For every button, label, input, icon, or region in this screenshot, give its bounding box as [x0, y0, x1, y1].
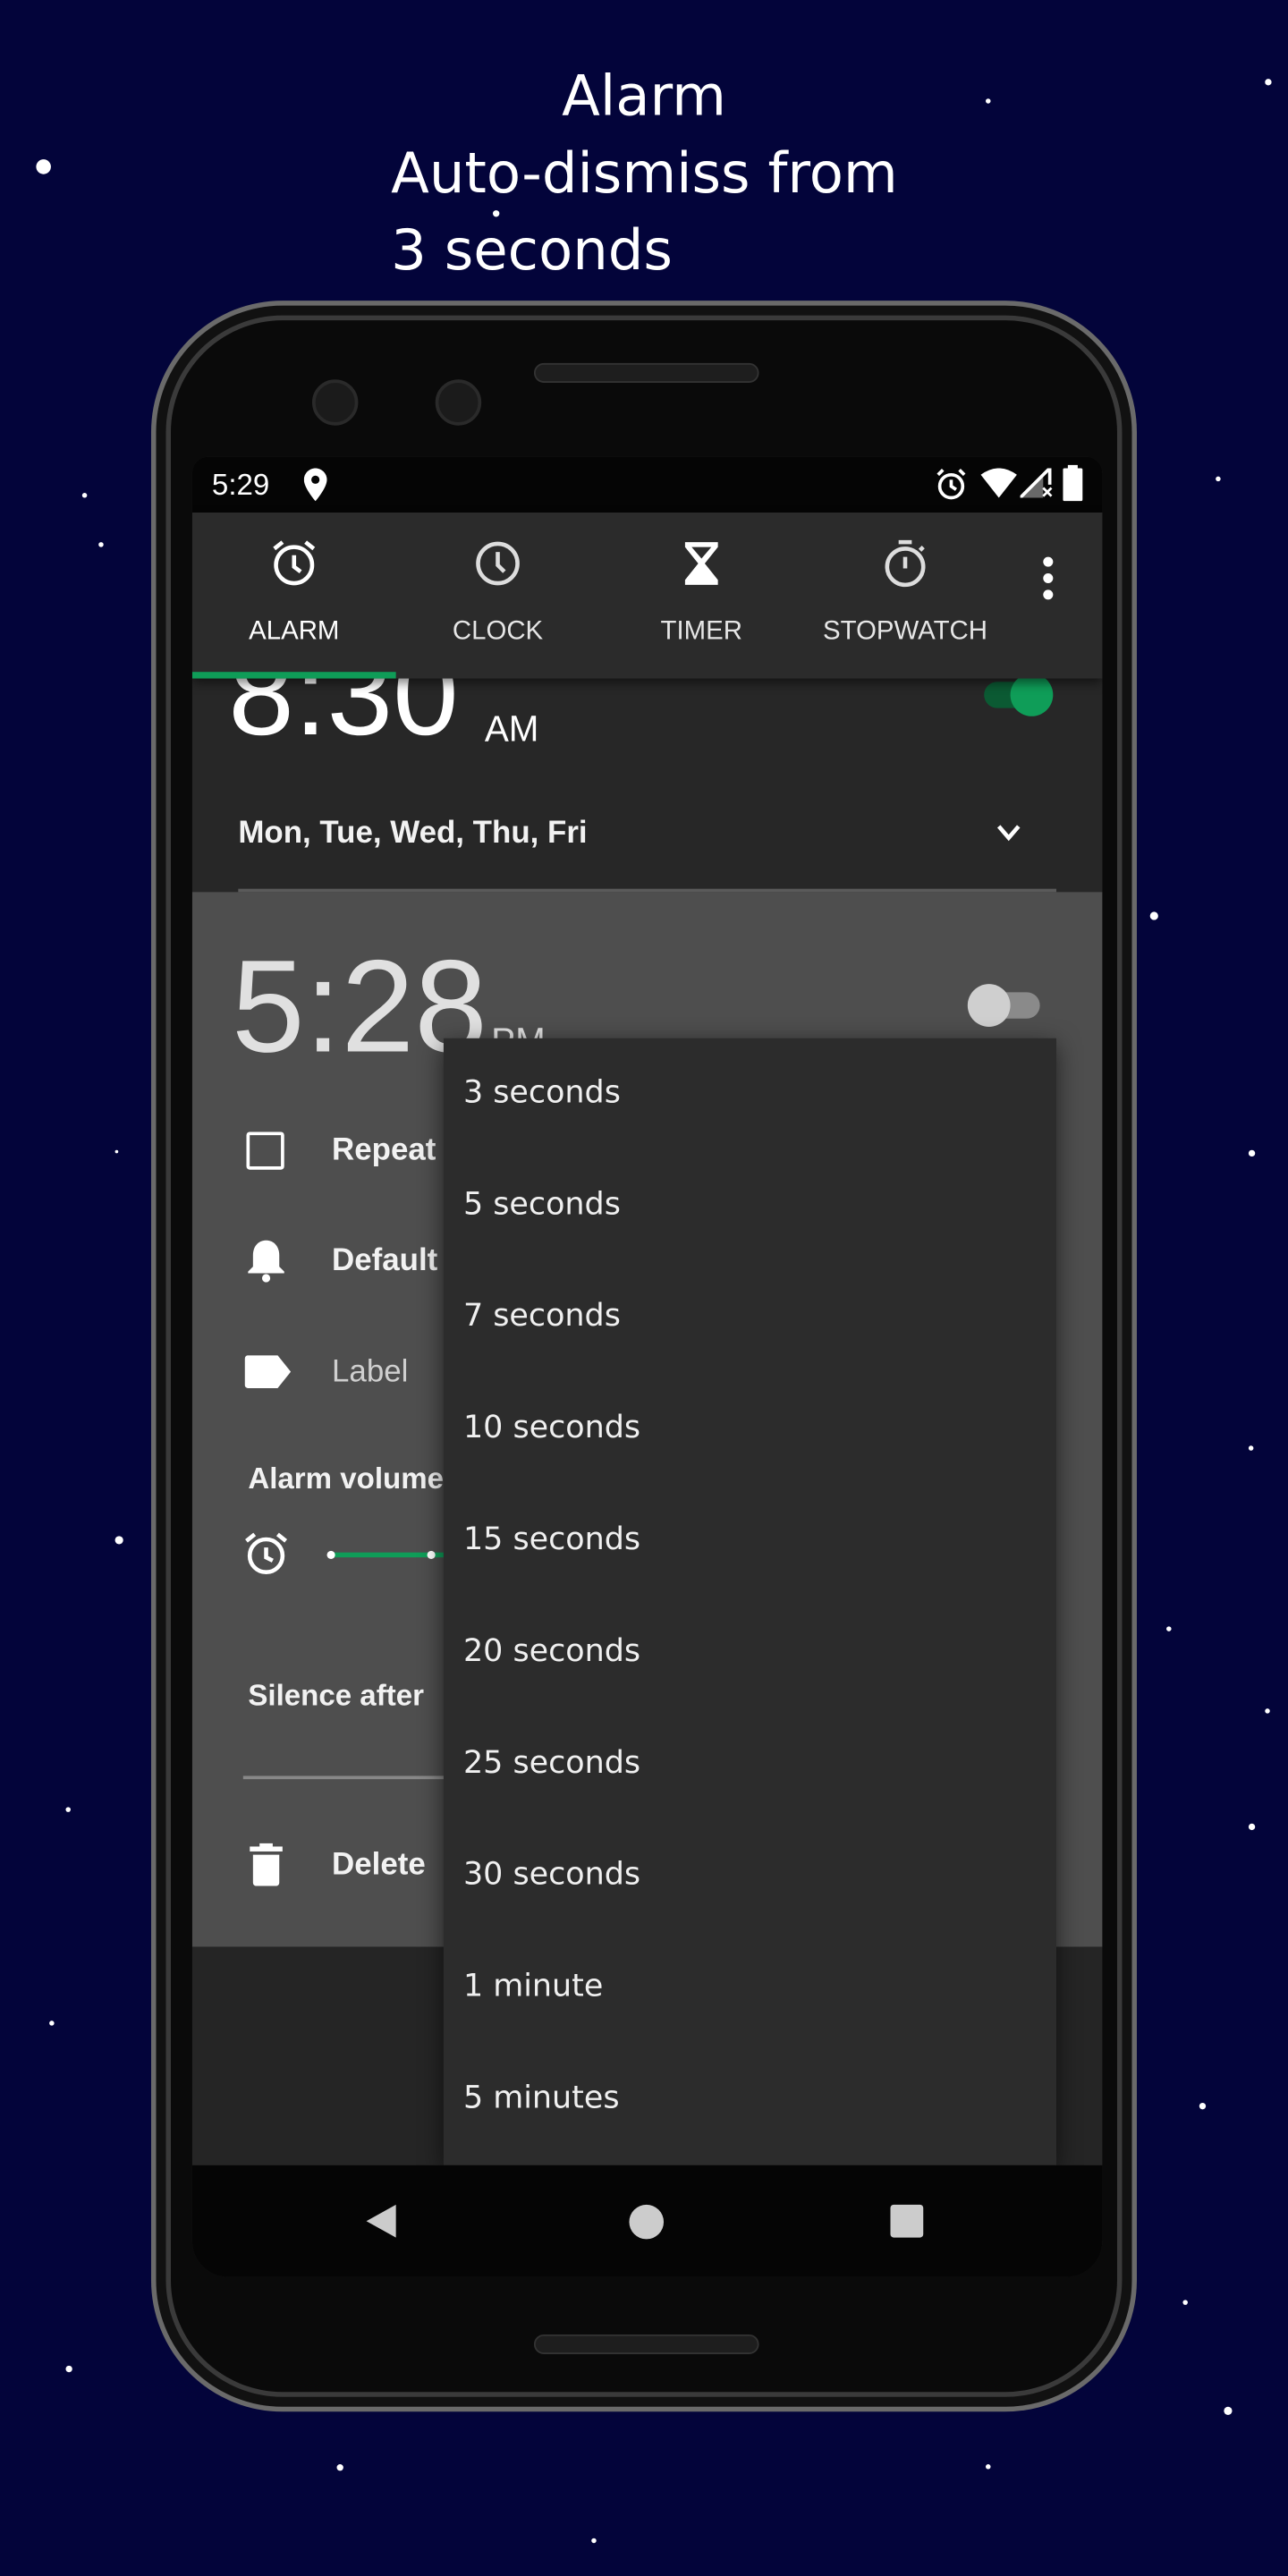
stopwatch-icon: [885, 539, 926, 588]
tab-label: ALARM: [249, 617, 340, 646]
front-camera: [311, 379, 359, 426]
star: [986, 2464, 991, 2470]
star: [98, 542, 104, 547]
dropdown-option[interactable]: 15 seconds: [463, 1521, 640, 1557]
silence-after-dropdown: 3 seconds 5 seconds 7 seconds 10 seconds 15 …: [443, 1038, 1056, 2165]
dropdown-option[interactable]: 3 seconds: [463, 1074, 621, 1110]
star: [1265, 1708, 1270, 1714]
volume-slider[interactable]: [326, 1550, 445, 1560]
phone-screen: 5:29 ALARM CLOCK TIMER STOPWATCH 8:30 AM…: [191, 456, 1103, 2277]
repeat-checkbox[interactable]: [246, 1131, 284, 1170]
star: [81, 493, 88, 498]
bottom-speaker: [533, 2334, 759, 2354]
dropdown-option[interactable]: 10 seconds: [463, 1410, 640, 1445]
star: [1248, 1823, 1256, 1831]
star: [1224, 2406, 1233, 2415]
repeat-label[interactable]: Repeat: [332, 1133, 436, 1169]
tab-label: TIMER: [660, 617, 742, 646]
dropdown-option[interactable]: 1 minute: [463, 1968, 603, 2004]
star: [1248, 1149, 1256, 1157]
star: [986, 98, 991, 104]
label-field[interactable]: Label: [332, 1355, 408, 1391]
tab-bar: ALARM CLOCK TIMER STOPWATCH: [191, 513, 1103, 679]
dropdown-option[interactable]: 5 minutes: [463, 2080, 620, 2115]
alarm-days: Mon, Tue, Wed, Thu, Fri: [238, 816, 588, 852]
alarm-volume-title: Alarm volume: [248, 1462, 444, 1496]
divider: [242, 1775, 473, 1780]
front-sensor: [435, 379, 482, 426]
star: [1182, 2300, 1188, 2305]
dropdown-option[interactable]: 30 seconds: [463, 1856, 640, 1892]
star: [36, 159, 51, 174]
location-icon: [303, 468, 327, 502]
recents-icon[interactable]: [890, 2204, 924, 2238]
signal-icon: [1020, 468, 1053, 498]
alarm-clock-icon: [245, 1532, 288, 1575]
alarm-toggle-on[interactable]: [984, 674, 1054, 716]
tab-clock[interactable]: CLOCK: [396, 513, 600, 679]
label-tag-icon: [244, 1355, 292, 1389]
star: [1248, 1445, 1254, 1451]
trash-icon: [250, 1843, 283, 1886]
silence-after-title[interactable]: Silence after: [248, 1679, 424, 1714]
star: [65, 1807, 71, 1812]
star: [1199, 2102, 1207, 2110]
star: [591, 2538, 597, 2544]
status-time: 5:29: [211, 468, 270, 502]
earpiece-speaker: [533, 362, 759, 383]
star: [1265, 79, 1272, 86]
star: [336, 2464, 343, 2471]
battery-icon: [1063, 464, 1083, 502]
headline-line: Alarm: [562, 64, 726, 131]
alarm-clock-icon: [273, 540, 316, 586]
bell-icon: [248, 1240, 284, 1283]
chevron-down-icon[interactable]: [996, 823, 1021, 843]
tab-label: STOPWATCH: [823, 617, 988, 646]
tab-timer[interactable]: TIMER: [599, 513, 803, 679]
tab-label: CLOCK: [452, 617, 544, 646]
promo-headline: Alarm Auto-dismiss from 3 seconds: [391, 59, 917, 291]
alarm-toggle-off[interactable]: [967, 984, 1040, 1027]
tab-alarm[interactable]: ALARM: [192, 513, 396, 679]
dropdown-option[interactable]: 20 seconds: [463, 1633, 640, 1669]
star: [49, 2021, 55, 2026]
star: [65, 2365, 72, 2373]
dropdown-option[interactable]: 25 seconds: [463, 1745, 640, 1781]
star: [1216, 476, 1221, 482]
navigation-bar: [191, 2165, 1103, 2277]
wifi-icon: [980, 468, 1017, 498]
status-bar: 5:29: [191, 456, 1103, 513]
selected-tab-indicator: [191, 672, 396, 679]
ringtone-button[interactable]: Default: [332, 1243, 437, 1279]
alarm-icon: [936, 468, 966, 500]
tab-stopwatch[interactable]: STOPWATCH: [803, 513, 1007, 679]
delete-button[interactable]: Delete: [332, 1848, 426, 1884]
star: [114, 1536, 123, 1545]
headline-line: Auto-dismiss from: [391, 140, 898, 208]
hourglass-icon: [684, 542, 718, 585]
star: [1166, 1626, 1172, 1631]
dropdown-option[interactable]: 7 seconds: [463, 1298, 621, 1334]
promo-screen: Alarm Auto-dismiss from 3 seconds 5:29 A…: [0, 0, 1288, 2576]
more-options-icon[interactable]: [1040, 555, 1056, 601]
alarm-card[interactable]: 8:30 AM Mon, Tue, Wed, Thu, Fri: [191, 636, 1103, 893]
headline-line: 3 seconds: [391, 218, 673, 284]
back-icon[interactable]: [363, 2203, 399, 2239]
home-icon[interactable]: [629, 2204, 665, 2240]
alarm-ampm: AM: [484, 708, 539, 750]
dropdown-option[interactable]: 5 seconds: [463, 1186, 621, 1222]
star: [114, 1149, 119, 1154]
star: [1149, 911, 1158, 920]
clock-icon: [476, 541, 520, 586]
